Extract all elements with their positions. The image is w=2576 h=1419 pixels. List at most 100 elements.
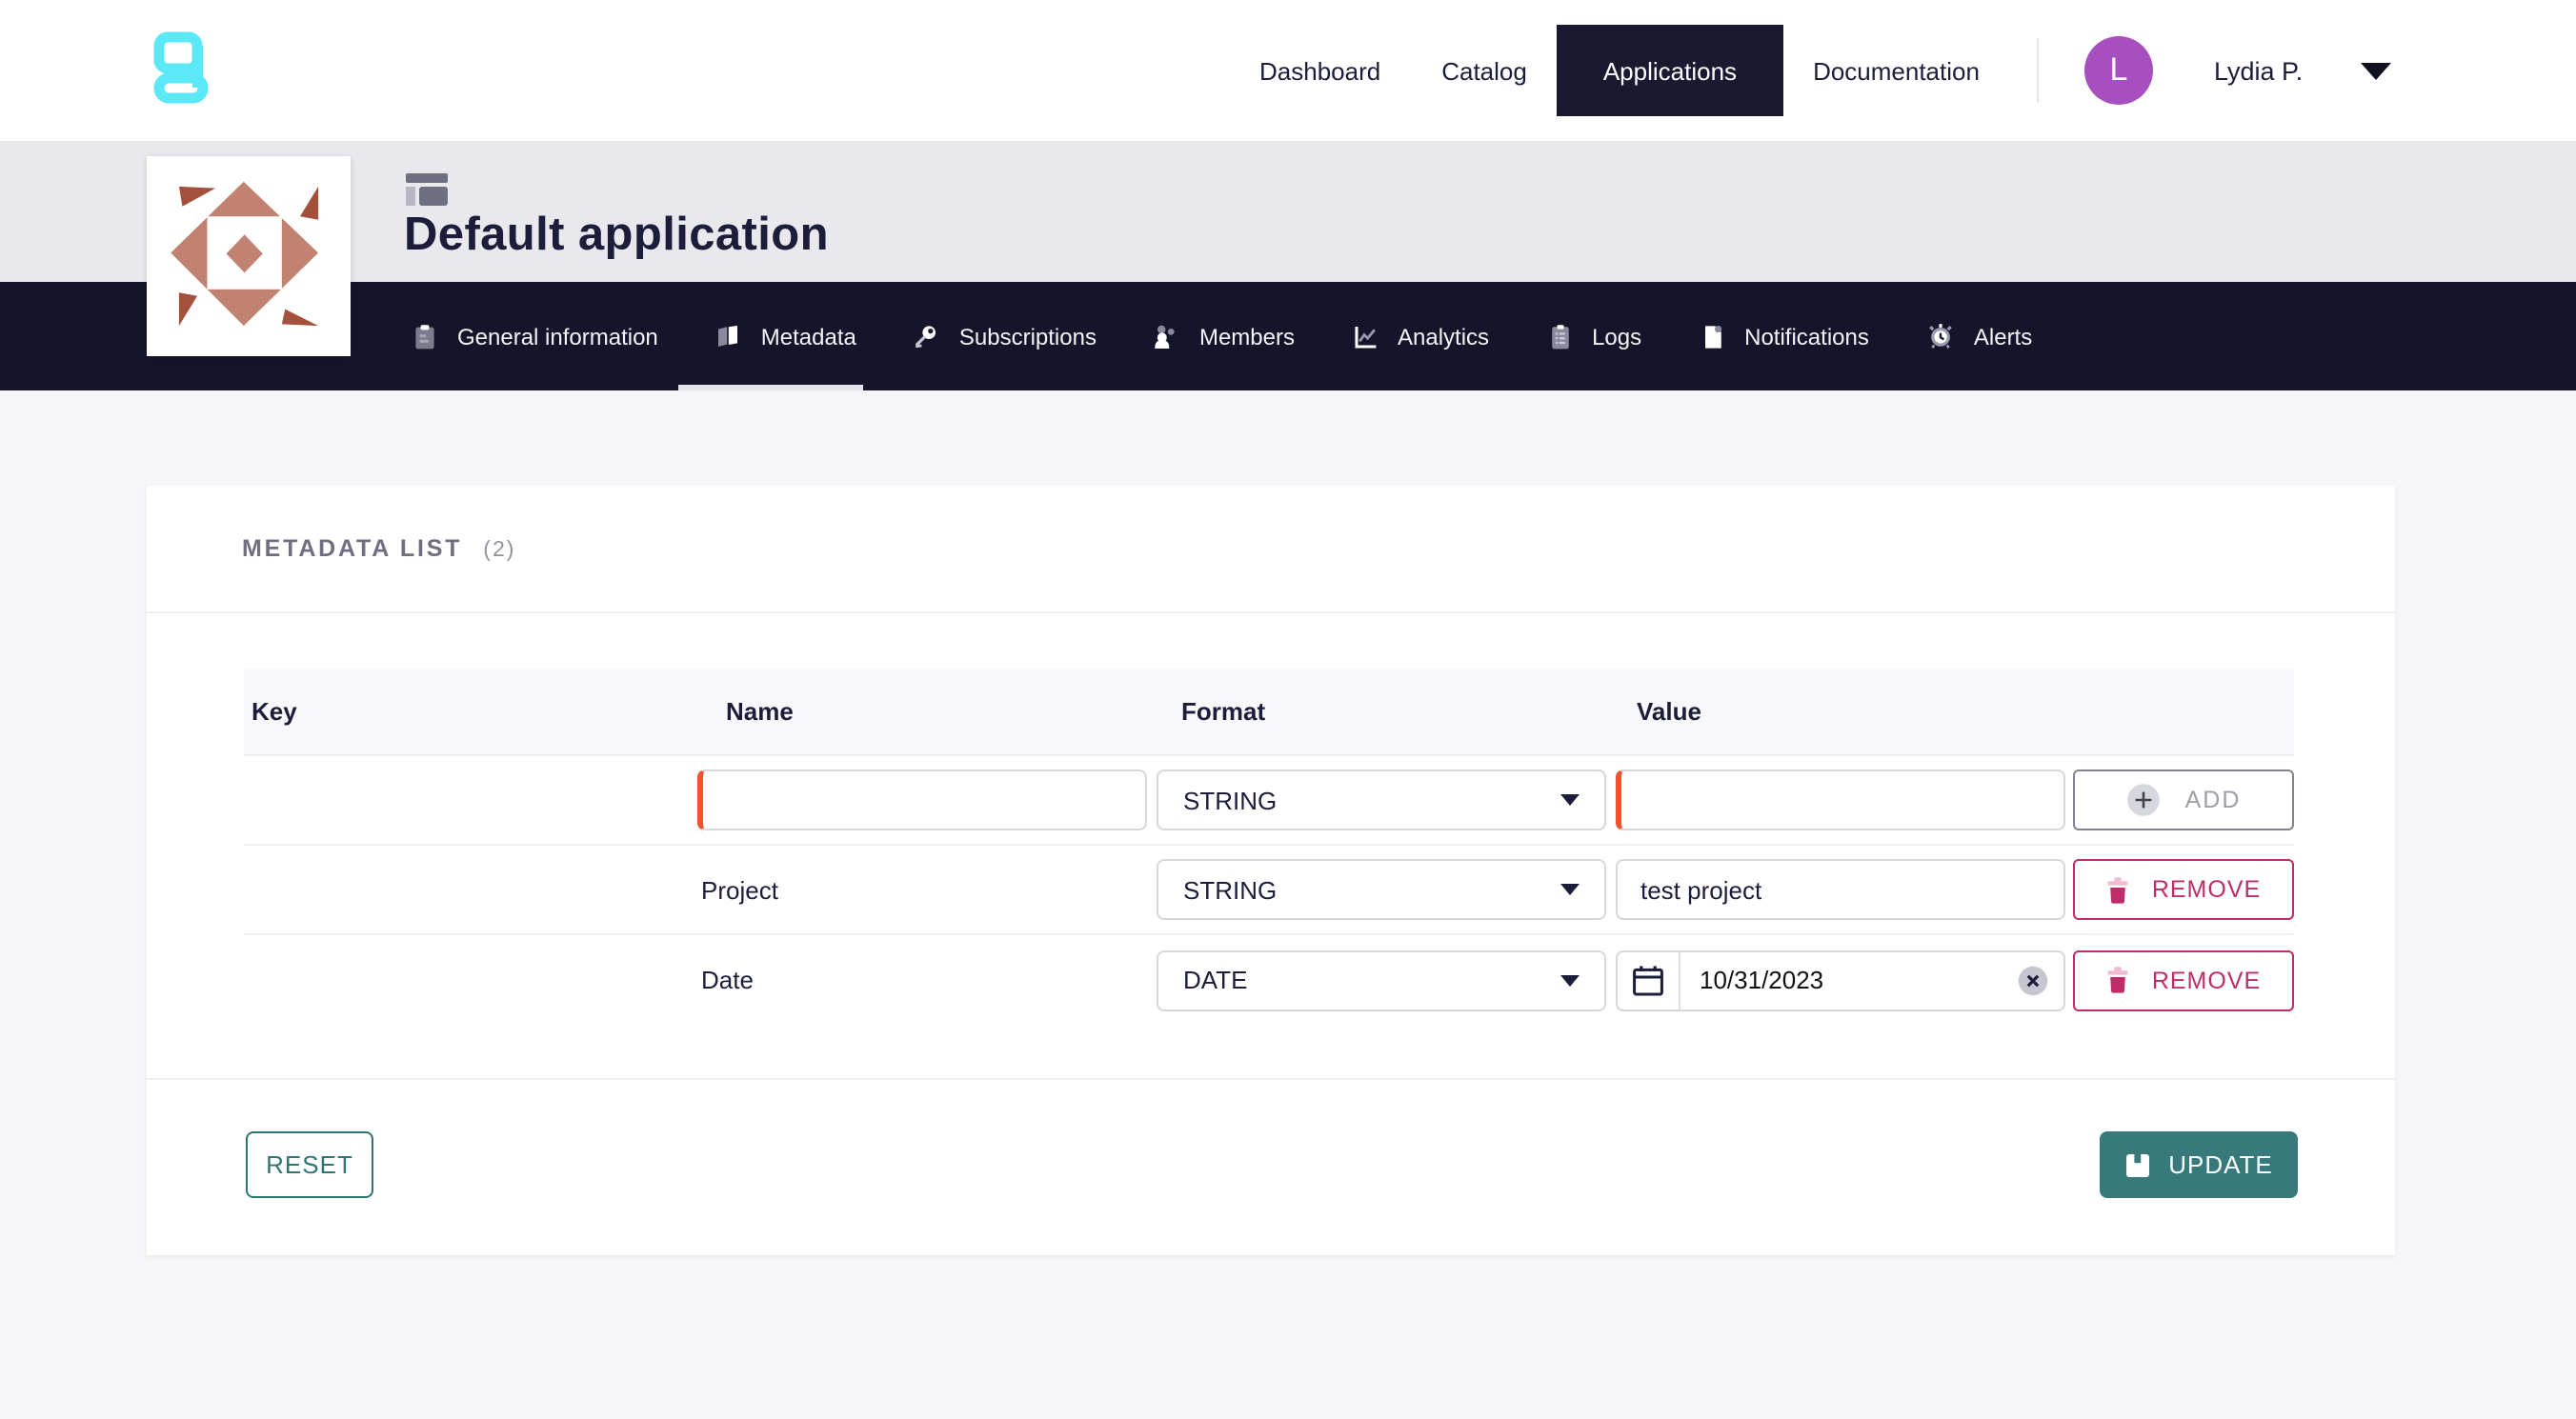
close-icon xyxy=(2018,965,2048,995)
divider xyxy=(2037,38,2039,103)
column-key: Key xyxy=(244,697,697,726)
nav-catalog[interactable]: Catalog xyxy=(1411,56,1558,85)
select-caret-icon xyxy=(1560,974,1580,986)
main-nav: Dashboard Catalog Applications Documenta… xyxy=(1229,0,2010,141)
app-tab-bar: General information Metadata Subscriptio… xyxy=(0,282,2576,390)
select-caret-icon xyxy=(1560,794,1580,806)
gravitee-logo-icon[interactable] xyxy=(152,30,210,107)
date-value: 10/31/2023 xyxy=(1700,966,1823,994)
alarm-icon xyxy=(1926,322,1955,350)
tab-alerts[interactable]: Alerts xyxy=(1926,282,2032,390)
action-cell: ADD xyxy=(2073,769,2294,830)
name-cell xyxy=(697,769,1157,830)
remove-label: REMOVE xyxy=(2152,876,2261,903)
book-icon xyxy=(715,323,742,350)
tab-label: Notifications xyxy=(1744,323,1869,350)
column-name: Name xyxy=(697,697,1157,726)
add-button[interactable]: ADD xyxy=(2073,769,2294,830)
plus-circle-icon xyxy=(2126,783,2161,817)
select-caret-icon xyxy=(1560,884,1580,895)
format-select[interactable]: STRING xyxy=(1157,859,1606,920)
tab-label: Subscriptions xyxy=(959,323,1097,350)
remove-label: REMOVE xyxy=(2152,967,2261,993)
nav-documentation[interactable]: Documentation xyxy=(1782,56,2010,85)
section-title: METADATA LIST xyxy=(242,535,462,562)
tab-logs[interactable]: Logs xyxy=(1546,282,1641,390)
update-button[interactable]: UPDATE xyxy=(2100,1131,2298,1198)
action-cell: REMOVE xyxy=(2073,949,2294,1010)
metadata-card: METADATA LIST (2) Key Name Format Value xyxy=(147,486,2395,1255)
value-input[interactable] xyxy=(1616,859,2065,920)
nav-applications[interactable]: Applications xyxy=(1558,25,1782,116)
metadata-row-date: Date DATE xyxy=(244,935,2294,1025)
divider xyxy=(1679,951,1680,1009)
remove-button[interactable]: REMOVE xyxy=(2073,859,2294,920)
people-icon xyxy=(1154,323,1180,350)
update-label: UPDATE xyxy=(2168,1150,2273,1179)
tab-notifications[interactable]: Notifications xyxy=(1699,282,1869,390)
new-metadata-row: STRING ADD xyxy=(244,756,2294,846)
column-value: Value xyxy=(1616,697,2073,726)
select-value: STRING xyxy=(1183,875,1277,904)
value-cell: 10/31/2023 xyxy=(1616,949,2073,1010)
add-label: ADD xyxy=(2185,787,2242,813)
user-menu: L Lydia P. xyxy=(2037,0,2390,141)
section-count: (2) xyxy=(483,539,515,562)
metadata-row-project: Project STRING xyxy=(244,846,2294,935)
format-select[interactable]: DATE xyxy=(1157,949,1606,1010)
tab-label: Alerts xyxy=(1974,323,2032,350)
remove-button[interactable]: REMOVE xyxy=(2073,949,2294,1010)
value-cell xyxy=(1616,859,2073,920)
tab-label: Analytics xyxy=(1398,323,1489,350)
page-title: Default application xyxy=(404,210,829,263)
tab-metadata[interactable]: Metadata xyxy=(715,282,856,390)
clipboard-icon xyxy=(412,323,438,350)
divider xyxy=(147,1078,2395,1080)
nav-dashboard[interactable]: Dashboard xyxy=(1229,56,1411,85)
format-cell: DATE xyxy=(1157,949,1616,1010)
reset-button[interactable]: RESET xyxy=(246,1131,373,1198)
tab-label: Logs xyxy=(1592,323,1641,350)
save-icon xyxy=(2124,1151,2151,1178)
action-cell: REMOVE xyxy=(2073,859,2294,920)
name-cell: Project xyxy=(697,875,1157,904)
select-value: DATE xyxy=(1183,966,1247,994)
new-value-input[interactable] xyxy=(1616,769,2065,830)
tab-analytics[interactable]: Analytics xyxy=(1352,282,1489,390)
calendar-icon xyxy=(1631,963,1665,997)
avatar-initial: L xyxy=(2110,51,2128,90)
key-icon xyxy=(914,323,940,350)
tab-label: Metadata xyxy=(761,323,856,350)
new-format-select[interactable]: STRING xyxy=(1157,769,1606,830)
trash-icon xyxy=(2106,875,2131,904)
tab-members[interactable]: Members xyxy=(1154,282,1295,390)
page: Dashboard Catalog Applications Documenta… xyxy=(0,0,2576,1419)
trash-icon xyxy=(2106,966,2131,994)
application-type-icon xyxy=(406,173,448,206)
page-content: METADATA LIST (2) Key Name Format Value xyxy=(0,390,2576,1419)
chevron-down-icon[interactable] xyxy=(2360,62,2390,79)
format-cell: STRING xyxy=(1157,769,1616,830)
tab-label: Members xyxy=(1199,323,1295,350)
app-avatar xyxy=(147,156,351,356)
active-tab-indicator xyxy=(678,384,863,390)
name-cell: Date xyxy=(697,966,1157,994)
tab-label: General information xyxy=(457,323,658,350)
metadata-table: Key Name Format Value STRING xyxy=(244,669,2294,1025)
select-value: STRING xyxy=(1183,786,1277,814)
format-cell: STRING xyxy=(1157,859,1616,920)
clear-date-button[interactable] xyxy=(2018,965,2048,995)
table-header: Key Name Format Value xyxy=(244,669,2294,756)
divider xyxy=(147,611,2395,613)
new-name-input[interactable] xyxy=(697,769,1147,830)
value-cell xyxy=(1616,769,2073,830)
tab-subscriptions[interactable]: Subscriptions xyxy=(914,282,1097,390)
user-avatar[interactable]: L xyxy=(2084,36,2153,105)
top-bar: Dashboard Catalog Applications Documenta… xyxy=(0,0,2576,141)
document-icon xyxy=(1699,323,1725,350)
tab-general-information[interactable]: General information xyxy=(412,282,658,390)
clipboard-list-icon xyxy=(1546,323,1573,350)
date-input[interactable]: 10/31/2023 xyxy=(1616,949,2065,1010)
user-name: Lydia P. xyxy=(2214,56,2303,85)
column-format: Format xyxy=(1157,697,1616,726)
